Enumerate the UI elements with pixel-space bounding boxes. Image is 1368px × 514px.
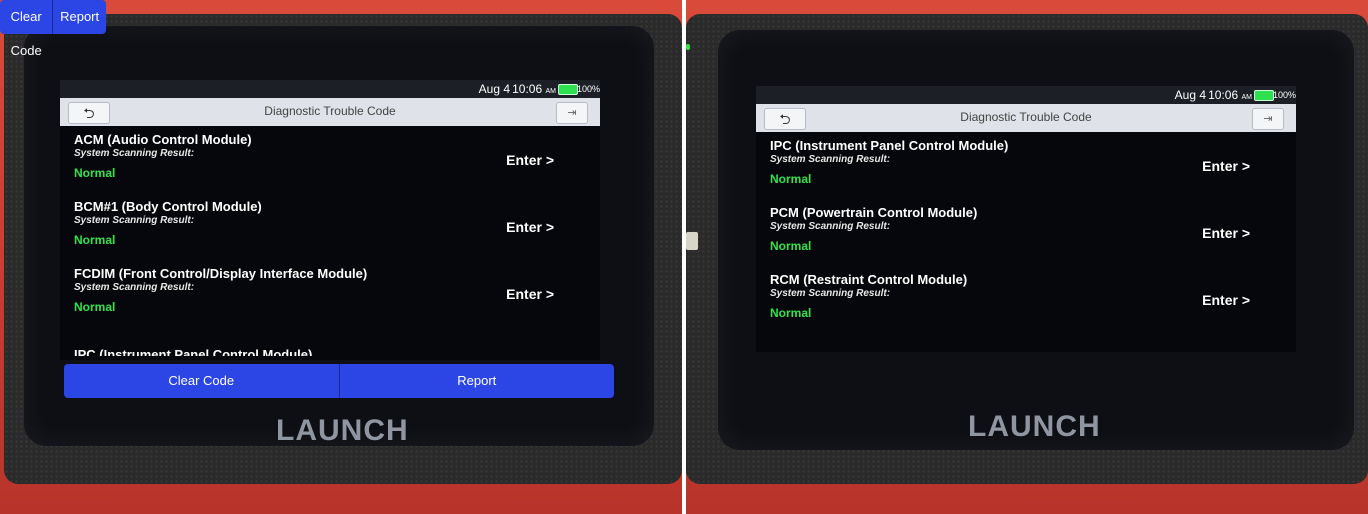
enter-button[interactable]: Enter >: [1202, 158, 1250, 174]
clear-code-button[interactable]: Clear Code: [64, 364, 340, 398]
module-name: IPC (Instrument Panel Control Module): [770, 138, 1009, 153]
battery-icon: [558, 84, 578, 95]
list-item[interactable]: BCM#1 (Body Control Module) System Scann…: [60, 195, 600, 262]
enter-button[interactable]: Enter >: [1202, 292, 1250, 308]
list-item[interactable]: IPC (Instrument Panel Control Module) Sy…: [756, 134, 1296, 201]
photo-right: Aug 4 10:06 AM 100% ⮌ Diagnostic Trouble…: [686, 0, 1368, 514]
status-bar: Aug 4 10:06 AM 100%: [60, 80, 600, 98]
status-normal: Normal: [770, 306, 812, 320]
module-name: RCM (Restraint Control Module): [770, 272, 968, 287]
module-name: ACM (Audio Control Module): [74, 132, 252, 147]
status-date: Aug 4: [478, 82, 510, 96]
exit-button[interactable]: ⇥: [556, 102, 588, 124]
battery-icon: [1254, 90, 1274, 101]
list-item[interactable]: FCDIM (Front Control/Display Interface M…: [60, 262, 600, 329]
power-led: [686, 44, 690, 50]
title-bar: ⮌ Diagnostic Trouble Code ⇥: [60, 98, 600, 126]
brand-logo: LAUNCH: [276, 414, 409, 447]
scanner-screen: Aug 4 10:06 AM 100% ⮌ Diagnostic Trouble…: [756, 86, 1296, 352]
action-bar: Clear Code Report: [64, 364, 614, 398]
list-item[interactable]: PCM (Powertrain Control Module) System S…: [756, 201, 1296, 268]
scan-result-label: System Scanning Result:: [770, 221, 891, 232]
battery-percent: 100%: [576, 84, 600, 94]
enter-button[interactable]: Enter >: [1202, 225, 1250, 241]
scan-result-label: System Scanning Result:: [770, 288, 891, 299]
scan-result-label: System Scanning Result:: [74, 148, 195, 159]
clear-code-button[interactable]: Clear Code: [0, 0, 54, 58]
list-item[interactable]: RCM (Restraint Control Module) System Sc…: [756, 268, 1296, 335]
module-name: BCM#1 (Body Control Module): [74, 199, 262, 214]
status-normal: Normal: [770, 172, 812, 186]
exit-button[interactable]: ⇥: [1252, 108, 1284, 130]
report-button[interactable]: Report: [339, 364, 614, 398]
list-item[interactable]: ACM (Audio Control Module) System Scanni…: [60, 128, 600, 195]
status-time: 10:06 AM: [512, 82, 556, 96]
photo-left: Aug 4 10:06 AM 100% ⮌ Diagnostic Trouble…: [0, 0, 682, 514]
battery-percent: 100%: [1272, 90, 1296, 100]
scan-result-label: System Scanning Result:: [74, 215, 195, 226]
status-normal: Normal: [74, 233, 116, 247]
scan-result-label: System Scanning Result:: [770, 154, 891, 165]
status-normal: Normal: [74, 166, 116, 180]
exit-icon: ⇥: [567, 107, 577, 119]
page-title: Diagnostic Trouble Code: [264, 104, 396, 118]
enter-button[interactable]: Enter >: [506, 286, 554, 302]
module-list: IPC (Instrument Panel Control Module) Sy…: [756, 134, 1296, 335]
partial-list-item[interactable]: IPC (Instrument Panel Control Module): [74, 347, 312, 356]
status-normal: Normal: [770, 239, 812, 253]
title-bar: ⮌ Diagnostic Trouble Code ⇥: [756, 104, 1296, 132]
page-title: Diagnostic Trouble Code: [960, 110, 1092, 124]
side-clip: [686, 232, 698, 250]
brand-logo: LAUNCH: [968, 410, 1101, 443]
report-button[interactable]: Report: [53, 0, 106, 34]
module-name: FCDIM (Front Control/Display Interface M…: [74, 266, 368, 281]
status-normal: Normal: [74, 300, 116, 314]
action-bar-right: Clear Code Report: [0, 0, 106, 58]
status-date: Aug 4: [1174, 88, 1206, 102]
status-time: 10:06 AM: [1208, 88, 1252, 102]
status-bar: Aug 4 10:06 AM 100%: [756, 86, 1296, 104]
module-name: PCM (Powertrain Control Module): [770, 205, 978, 220]
scanner-screen: Aug 4 10:06 AM 100% ⮌ Diagnostic Trouble…: [60, 80, 600, 360]
enter-button[interactable]: Enter >: [506, 152, 554, 168]
enter-button[interactable]: Enter >: [506, 219, 554, 235]
exit-icon: ⇥: [1263, 113, 1273, 125]
scan-result-label: System Scanning Result:: [74, 282, 195, 293]
module-list: ACM (Audio Control Module) System Scanni…: [60, 128, 600, 329]
